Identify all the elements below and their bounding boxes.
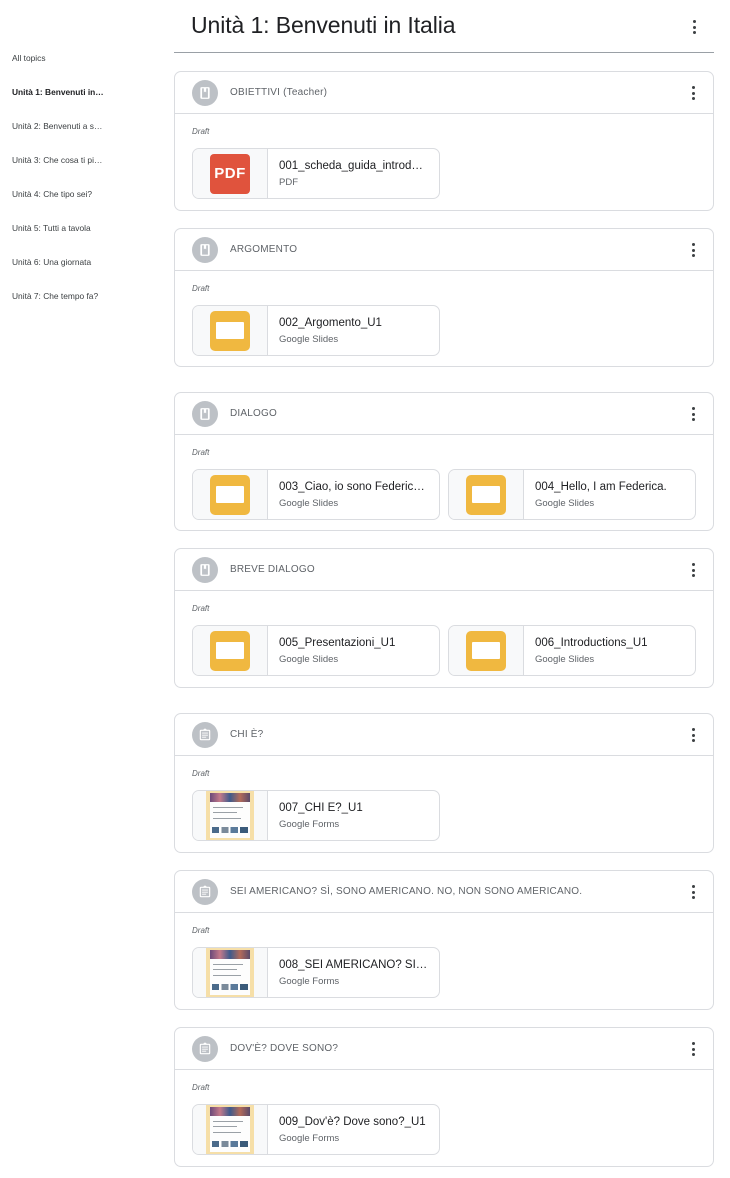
topic-header: DOV'È? DOVE SONO? (175, 1028, 713, 1070)
header-divider (174, 52, 714, 53)
topic-header: SEI AMERICANO? SÌ, SONO AMERICANO. NO, N… (175, 871, 713, 913)
draft-label: Draft (192, 1083, 210, 1092)
page-title: Unità 1: Benvenuti in Italia (191, 12, 456, 38)
google-forms-preview (206, 1105, 254, 1154)
topic-card: DIALOGO Draft 003_Ciao, io sono Federica… (174, 392, 714, 531)
material-icon (192, 237, 218, 263)
topic-header: DIALOGO (175, 393, 713, 435)
attachment-thumbnail (449, 626, 524, 675)
topic-title: BREVE DIALOGO (230, 564, 315, 575)
attachment-thumbnail: PDF (193, 149, 268, 198)
draft-label: Draft (192, 448, 210, 457)
assignment-icon (192, 879, 218, 905)
sidebar-item-unita-2[interactable]: Unità 2: Benvenuti a scuola (12, 120, 104, 132)
attachment-name: 001_scheda_guida_introduttiva_U1 (279, 160, 429, 172)
google-slides-icon (210, 474, 250, 515)
attachment-thumbnail (193, 626, 268, 675)
attachment-card[interactable]: 007_CHI È?_U1 Google Forms (192, 790, 440, 841)
assignment-icon (192, 722, 218, 748)
attachment-thumbnail (193, 791, 268, 840)
material-icon (192, 401, 218, 427)
sidebar-item-all-topics[interactable]: All topics (12, 52, 152, 64)
attachment-type: Google Forms (279, 976, 340, 987)
sidebar-item-unita-1[interactable]: Unità 1: Benvenuti in Italia (12, 86, 104, 98)
attachment-name: 008_SEI AMERICANO? SÌ, SONO AMERICANO_U1 (279, 959, 429, 971)
more-vert-icon[interactable] (686, 18, 702, 36)
google-slides-icon (210, 310, 250, 351)
sidebar-item-unita-3[interactable]: Unità 3: Che cosa ti piace fare? (12, 154, 104, 166)
google-forms-preview (206, 791, 254, 840)
attachment-type: Google Forms (279, 819, 340, 830)
google-slides-icon (210, 630, 250, 671)
attachment-name: 009_Dov'è? Dove sono?_U1 (279, 1116, 426, 1128)
attachment-card[interactable]: 008_SEI AMERICANO? SÌ, SONO AMERICANO_U1… (192, 947, 440, 998)
attachment-thumbnail (193, 470, 268, 519)
topic-title: ARGOMENTO (230, 244, 298, 255)
attachment-card[interactable]: 004_Hello, I am Federica. Google Slides (448, 469, 696, 520)
more-vert-icon[interactable] (685, 405, 701, 423)
attachment-card[interactable]: 002_Argomento_U1 Google Slides (192, 305, 440, 356)
attachment-name: 004_Hello, I am Federica. (535, 481, 667, 493)
attachment-name: 002_Argomento_U1 (279, 317, 382, 329)
more-vert-icon[interactable] (685, 561, 701, 579)
draft-label: Draft (192, 604, 210, 613)
google-slides-icon (466, 630, 506, 671)
attachment-type: Google Slides (279, 498, 339, 509)
topic-card: SEI AMERICANO? SÌ, SONO AMERICANO. NO, N… (174, 870, 714, 1010)
assignment-icon (192, 1036, 218, 1062)
draft-label: Draft (192, 284, 210, 293)
topic-header: BREVE DIALOGO (175, 549, 713, 591)
topic-card: ARGOMENTO Draft 002_Argomento_U1 Google … (174, 228, 714, 367)
topic-title: OBIETTIVI (Teacher) (230, 87, 328, 98)
more-vert-icon[interactable] (685, 84, 701, 102)
attachment-name: 003_Ciao, io sono Federica_U1 (279, 481, 429, 493)
more-vert-icon[interactable] (685, 726, 701, 744)
sidebar-item-unita-5[interactable]: Unità 5: Tutti a tavola (12, 222, 152, 234)
attachment-card[interactable]: 003_Ciao, io sono Federica_U1 Google Sli… (192, 469, 440, 520)
topic-card: CHI È? Draft 007_CHI È?_U1 Google Forms (174, 713, 714, 853)
attachment-card[interactable]: 006_Introductions_U1 Google Slides (448, 625, 696, 676)
attachment-name: 005_Presentazioni_U1 (279, 637, 396, 649)
draft-label: Draft (192, 926, 210, 935)
more-vert-icon[interactable] (685, 1040, 701, 1058)
sidebar-item-unita-6[interactable]: Unità 6: Una giornata (12, 256, 152, 268)
attachment-card[interactable]: 009_Dov'è? Dove sono?_U1 Google Forms (192, 1104, 440, 1155)
attachment-thumbnail (193, 306, 268, 355)
attachment-name: 007_CHI È?_U1 (279, 802, 363, 814)
google-forms-preview (206, 948, 254, 997)
pdf-icon: PDF (210, 153, 250, 194)
material-icon (192, 80, 218, 106)
attachment-thumbnail (193, 948, 268, 997)
draft-label: Draft (192, 769, 210, 778)
more-vert-icon[interactable] (685, 883, 701, 901)
attachment-card[interactable]: PDF 001_scheda_guida_introduttiva_U1 PDF (192, 148, 440, 199)
more-vert-icon[interactable] (685, 241, 701, 259)
attachment-card[interactable]: 005_Presentazioni_U1 Google Slides (192, 625, 440, 676)
topic-card: OBIETTIVI (Teacher) Draft PDF 001_scheda… (174, 71, 714, 211)
google-slides-icon (466, 474, 506, 515)
topic-card: BREVE DIALOGO Draft 005_Presentazioni_U1… (174, 548, 714, 688)
topic-card: DOV'È? DOVE SONO? Draft 009_Dov'è? Dove … (174, 1027, 714, 1167)
sidebar-item-unita-7[interactable]: Unità 7: Che tempo fa? (12, 290, 104, 302)
topic-title: DIALOGO (230, 408, 277, 419)
attachment-type: Google Slides (535, 498, 595, 509)
topic-header: ARGOMENTO (175, 229, 713, 271)
material-icon (192, 557, 218, 583)
topic-title: DOV'È? DOVE SONO? (230, 1043, 339, 1054)
topic-title: CHI È? (230, 729, 264, 740)
attachment-thumbnail (449, 470, 524, 519)
topic-header: CHI È? (175, 714, 713, 756)
attachment-type: Google Forms (279, 1133, 340, 1144)
topic-header: OBIETTIVI (Teacher) (175, 72, 713, 114)
topic-title: SEI AMERICANO? SÌ, SONO AMERICANO. NO, N… (230, 886, 583, 897)
draft-label: Draft (192, 127, 210, 136)
sidebar-item-unita-4[interactable]: Unità 4: Che tipo sei? (12, 188, 152, 200)
attachment-name: 006_Introductions_U1 (535, 637, 648, 649)
attachment-type: Google Slides (535, 654, 595, 665)
attachment-type: Google Slides (279, 654, 339, 665)
attachment-thumbnail (193, 1105, 268, 1154)
attachment-type: Google Slides (279, 334, 339, 345)
attachment-type: PDF (279, 177, 298, 188)
